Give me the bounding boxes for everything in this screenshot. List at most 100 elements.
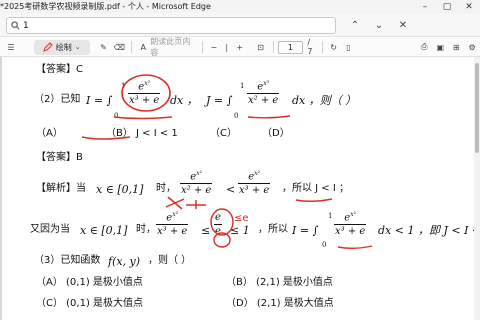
close-icon[interactable]: ✕ bbox=[458, 0, 480, 13]
also-g-num: e bbox=[215, 212, 221, 223]
q3-then: ，则（ ） bbox=[148, 255, 192, 266]
analysis-fraction-1: ex² x² + e bbox=[180, 170, 213, 197]
find-previous-icon[interactable]: ⌃ bbox=[344, 17, 366, 34]
q2-frac1-num: ex² bbox=[138, 80, 151, 93]
find-input-box[interactable] bbox=[6, 17, 336, 34]
window-title: *2025考研数学农视频录制版.pdf - 个人 - Microsoft Edg… bbox=[0, 2, 211, 11]
ink-handwritten-le-e: ≤e bbox=[234, 213, 249, 224]
find-tools: ⌃ ⌄ ✕ bbox=[344, 17, 414, 34]
ana-f2-num: ex² bbox=[248, 170, 261, 183]
save-as-icon[interactable]: ⊞ bbox=[448, 40, 464, 55]
q3-option-c: （C） (0,1) 是极大值点 bbox=[36, 298, 144, 309]
ana-f1-num: ex² bbox=[190, 170, 203, 183]
also-le: ≤ bbox=[201, 224, 211, 237]
q3-option-a: （A） (0,1) 是极小值点 bbox=[36, 277, 143, 288]
also-time: 时， bbox=[136, 224, 156, 235]
toc-icon[interactable]: ☰ bbox=[4, 40, 18, 55]
q2-J: J = ∫ bbox=[206, 94, 233, 107]
ink-underline-also-fraction bbox=[337, 245, 373, 249]
window-controls: – ▢ ✕ bbox=[414, 0, 480, 13]
q3-label: （3）已知函数 bbox=[34, 255, 101, 266]
fraction-bar bbox=[238, 183, 271, 185]
also-fraction-1: ex² x³ + e bbox=[156, 211, 189, 238]
ink-underline-J-lt-I bbox=[295, 198, 333, 203]
print-icon[interactable]: ⎙ bbox=[416, 40, 432, 55]
also-g-den: e bbox=[215, 226, 221, 237]
find-close-icon[interactable]: ✕ bbox=[392, 17, 414, 34]
also-h-den: x³ + e bbox=[335, 226, 366, 238]
also-f-den: x³ + e bbox=[157, 226, 188, 238]
also-label: 又因为当 bbox=[30, 224, 70, 235]
draw-button[interactable]: 绘制 ⌄ bbox=[33, 39, 90, 55]
page-number-input[interactable]: 1 bbox=[277, 40, 304, 54]
ink-underline-q2-I bbox=[113, 116, 173, 120]
erase-icon[interactable]: ⌫ bbox=[111, 40, 127, 55]
zoom-out-icon[interactable]: − bbox=[207, 40, 221, 55]
q2-frac1-den: x³ + e bbox=[129, 95, 160, 107]
ana-f2-den: x³ + e bbox=[239, 185, 270, 197]
page-view-icon[interactable]: ▯ bbox=[341, 40, 357, 55]
q3-option-d: （D） (2,1) 是极大值点 bbox=[226, 298, 334, 309]
q2-lim-upper-2: 1 bbox=[240, 82, 245, 90]
q3-option-b: （B） (2,1) 是极小值点 bbox=[226, 277, 333, 288]
more-options-icon[interactable]: ⚙ bbox=[464, 40, 480, 55]
find-bar: ⌃ ⌄ ✕ bbox=[0, 13, 480, 37]
pdf-page: 【答案】C （2）已知 I = ∫ 1 0 ex² x³ + e dx ， J … bbox=[0, 57, 480, 320]
search-icon bbox=[7, 21, 23, 30]
save-icon[interactable]: ▣ bbox=[432, 40, 448, 55]
zoom-in-icon[interactable]: + bbox=[233, 40, 247, 55]
fraction-bar bbox=[334, 224, 367, 226]
fraction-bar bbox=[180, 183, 213, 185]
also-cond: x ∈ [0,1] bbox=[80, 224, 128, 237]
vertical-scrollbar[interactable] bbox=[474, 57, 480, 320]
also-le1: ≤ 1 bbox=[230, 224, 250, 237]
draw-label: 绘制 bbox=[55, 42, 72, 52]
q2-frac2-den: x² + e bbox=[248, 95, 279, 107]
fraction-bar bbox=[128, 93, 161, 95]
ana-f1-den: x² + e bbox=[181, 185, 212, 197]
fraction-bar bbox=[156, 224, 189, 226]
q2-I: I = ∫ bbox=[86, 94, 113, 107]
answer-1: 【答案】C bbox=[36, 64, 83, 75]
page-total: / 7 bbox=[307, 38, 313, 56]
fraction-bar bbox=[214, 224, 222, 225]
zoom-separator-icon: | bbox=[225, 42, 229, 52]
analysis-lt: < bbox=[226, 183, 236, 196]
toolbar-divider bbox=[131, 41, 133, 53]
rotate-icon[interactable]: ↻ bbox=[327, 40, 341, 55]
also-so: ，所以 bbox=[258, 224, 288, 235]
also-fraction-2: e e bbox=[214, 212, 222, 237]
also-h-num: ex² bbox=[344, 211, 357, 224]
analysis-cond: x ∈ [0,1] bbox=[96, 183, 144, 196]
option-c: （C） bbox=[210, 128, 237, 139]
highlight-icon[interactable]: ✎ bbox=[96, 40, 112, 55]
q2-fraction-2: ex³ x² + e bbox=[247, 80, 280, 107]
q2-frac2-num: ex³ bbox=[257, 80, 270, 93]
also-lim-upper: 1 bbox=[328, 212, 333, 220]
scrollbar-thumb[interactable] bbox=[475, 63, 479, 153]
find-next-icon[interactable]: ⌄ bbox=[368, 17, 390, 34]
ink-underline-q2-J bbox=[247, 115, 291, 119]
also-lim-lower: 0 bbox=[322, 241, 327, 249]
title-bar: *2025考研数学农视频录制版.pdf - 个人 - Microsoft Edg… bbox=[0, 0, 480, 13]
analysis-conclusion: ，所以 J < I ； bbox=[282, 183, 349, 194]
q3-func: f(x, y) bbox=[108, 255, 141, 268]
q2-label: （2）已知 bbox=[34, 94, 81, 105]
ink-cross-mark bbox=[165, 196, 185, 210]
option-b: （B） J < I < 1 bbox=[106, 128, 178, 139]
maximize-icon[interactable]: ▢ bbox=[436, 0, 458, 13]
find-input[interactable] bbox=[23, 20, 313, 31]
toolbar-divider bbox=[272, 41, 274, 53]
q2-dx2: dx ，则（ ） bbox=[292, 94, 357, 107]
minimize-icon[interactable]: – bbox=[414, 0, 436, 13]
toolbar-divider bbox=[321, 41, 323, 53]
toolbar-divider bbox=[201, 41, 203, 53]
analysis-fraction-2: ex² x³ + e bbox=[238, 170, 271, 197]
read-aloud-icon[interactable]: A bbox=[136, 40, 150, 55]
also-end: dx < 1 ，即 J < I < 1 bbox=[378, 224, 480, 237]
analysis-time: 时， bbox=[156, 183, 176, 194]
q2-lim-lower-2: 0 bbox=[234, 112, 239, 120]
fit-page-icon[interactable]: ⊡ bbox=[253, 40, 269, 55]
read-aloud-button[interactable]: 朗读此页内容 bbox=[150, 37, 198, 57]
q2-fraction-1: ex² x³ + e bbox=[128, 80, 161, 107]
